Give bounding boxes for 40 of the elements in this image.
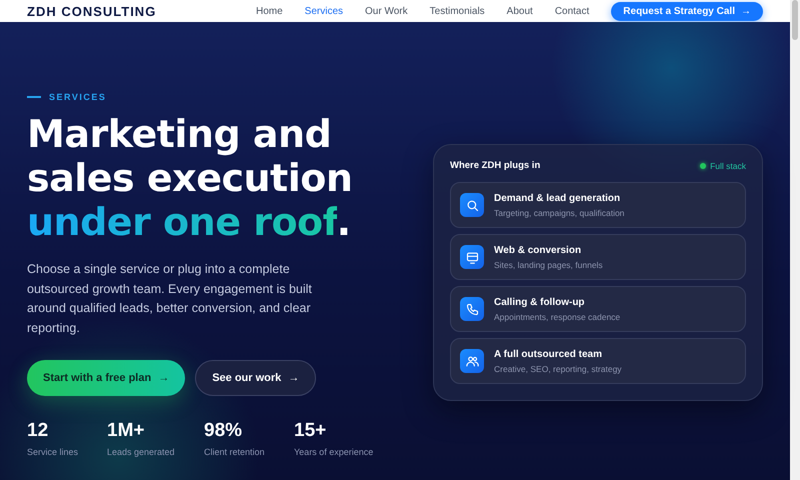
stat-value: 15+ bbox=[294, 420, 328, 442]
logo[interactable]: ZDH CONSULTING bbox=[27, 4, 156, 18]
strategy-call-button[interactable]: Request a Strategy Call → bbox=[611, 2, 763, 20]
nav-link[interactable]: Testimonials bbox=[430, 6, 485, 16]
hero-description: Choose a single service or plug into a complete outsourced growth team. Every engagement is built around qualified leads, better conversion, and clear reporting. bbox=[27, 261, 313, 337]
stat-label: Years of experience bbox=[294, 447, 374, 457]
service-title: A full outsourced team bbox=[494, 348, 603, 360]
monitor-icon bbox=[460, 245, 484, 269]
service-item[interactable]: A full outsourced team Creative, SEO, reporting, strategy bbox=[450, 338, 746, 384]
phone-icon bbox=[460, 297, 484, 321]
search-icon bbox=[460, 193, 484, 217]
stat-label: Leads generated bbox=[107, 447, 176, 457]
free-plan-button[interactable]: Start with a free plan → bbox=[27, 360, 186, 396]
stat-label: Service lines bbox=[27, 447, 80, 457]
status-label: Full stack bbox=[710, 160, 746, 170]
stat-value: 12 bbox=[27, 420, 50, 442]
section-eyebrow: SERVICES bbox=[49, 92, 106, 102]
service-title: Calling & follow-up bbox=[494, 296, 586, 308]
nav-link[interactable]: Services bbox=[304, 6, 344, 16]
see-work-button[interactable]: See our work → bbox=[195, 360, 316, 396]
hero-headline: Marketing and sales execution under one roof. bbox=[27, 112, 354, 244]
service-subtitle: Creative, SEO, reporting, strategy bbox=[494, 364, 622, 374]
scrollbar[interactable] bbox=[790, 0, 800, 480]
service-item[interactable]: Demand & lead generation Targeting, campaigns, qualification bbox=[450, 182, 746, 228]
service-subtitle: Sites, landing pages, funnels bbox=[494, 260, 603, 270]
service-item[interactable]: Calling & follow-up Appointments, response cadence bbox=[450, 286, 746, 332]
nav-link[interactable]: Our Work bbox=[365, 6, 408, 16]
service-subtitle: Appointments, response cadence bbox=[494, 312, 620, 322]
service-subtitle: Targeting, campaigns, qualification bbox=[494, 208, 624, 218]
service-title: Demand & lead generation bbox=[494, 192, 622, 204]
nav-link[interactable]: Contact bbox=[554, 6, 590, 16]
stat-value: 98% bbox=[204, 420, 244, 442]
nav-link[interactable]: About bbox=[506, 6, 533, 16]
people-icon bbox=[460, 349, 484, 373]
service-item[interactable]: Web & conversion Sites, landing pages, funnels bbox=[450, 234, 746, 280]
stat-label: Client retention bbox=[204, 447, 266, 457]
stat-value: 1M+ bbox=[107, 420, 146, 442]
nav-link[interactable]: Home bbox=[256, 6, 283, 16]
card-title: Where ZDH plugs in bbox=[450, 160, 540, 171]
service-title: Web & conversion bbox=[494, 244, 582, 256]
